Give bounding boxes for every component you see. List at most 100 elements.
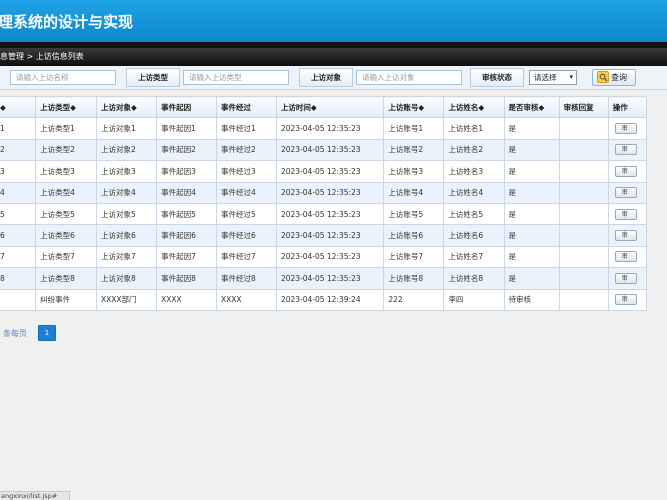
- table-cell: [558, 138, 609, 162]
- table-row: 名称6上访类型6上访对象6事件起因6事件经过62023-04-05 12:35:…: [0, 224, 648, 247]
- table-cell: [558, 181, 609, 204]
- table-cell: 名称8: [0, 267, 37, 290]
- table-cell-actions: 审: [607, 202, 648, 226]
- column-header[interactable]: 是否审核◆: [503, 95, 560, 119]
- table-cell: 2023-04-05 12:35:23: [275, 181, 385, 204]
- table-cell-actions: 审: [607, 117, 648, 140]
- table-cell: 事件经过5: [216, 202, 277, 226]
- column-header[interactable]: 审核回复: [558, 95, 609, 119]
- table-cell: 上访姓名2: [443, 138, 505, 162]
- column-header[interactable]: 事件起因: [156, 95, 218, 119]
- column-header[interactable]: 操作: [607, 95, 648, 119]
- table-cell-actions: 审: [607, 224, 648, 247]
- table-cell: 名称7: [0, 245, 37, 269]
- type-search-input[interactable]: 请输入上访类型: [183, 70, 289, 85]
- table-cell: 上访类型7: [35, 245, 97, 269]
- table-cell: 上访姓名8: [443, 267, 505, 290]
- audit-button[interactable]: 审: [614, 230, 637, 242]
- table-cell: 是: [503, 160, 560, 183]
- table-cell-actions: 审: [607, 181, 648, 204]
- table-cell: [558, 267, 609, 290]
- column-header[interactable]: 上访时间◆: [275, 95, 385, 119]
- table-cell: XXXX部门: [95, 288, 158, 311]
- object-search-input[interactable]: 请输入上访对象: [356, 70, 462, 85]
- audit-button[interactable]: 审: [614, 294, 637, 306]
- audit-status-label: 审核状态: [470, 68, 524, 87]
- table-cell: 2023-04-05 12:35:23: [275, 245, 385, 269]
- table-cell: 名称4: [0, 181, 37, 204]
- search-button[interactable]: 查询: [592, 69, 636, 86]
- audit-button[interactable]: 审: [614, 251, 637, 263]
- breadcrumb-text: 息管理 > 上访信息列表: [0, 52, 84, 61]
- table-cell: 上访姓名1: [443, 117, 505, 140]
- column-header[interactable]: 上访账号◆: [383, 95, 445, 119]
- table-cell: 上访对象8: [95, 267, 158, 290]
- table-cell: 纠纷事件: [35, 288, 97, 311]
- table-cell: 上访账号1: [383, 117, 445, 140]
- column-header[interactable]: 上访姓名◆: [443, 95, 505, 119]
- table-row: 名称8上访类型8上访对象8事件起因8事件经过82023-04-05 12:35:…: [0, 267, 648, 290]
- search-button-label: 查询: [611, 73, 627, 82]
- table-cell: 上访对象7: [95, 245, 158, 269]
- table-header-row: 名称◆上访类型◆上访对象◆事件起因事件经过上访时间◆上访账号◆上访姓名◆是否审核…: [0, 95, 648, 119]
- table-cell: [558, 224, 609, 247]
- column-header[interactable]: 上访类型◆: [35, 95, 97, 119]
- column-header[interactable]: 事件经过: [216, 95, 277, 119]
- table-cell: 名称5: [0, 202, 37, 226]
- table-cell: 是: [503, 117, 560, 140]
- table-cell: 是: [503, 224, 560, 247]
- audit-button[interactable]: 审: [614, 165, 637, 177]
- search-icon: [597, 71, 609, 83]
- table-cell: 上访类型6: [35, 224, 97, 247]
- table-cell: 事件起因3: [156, 160, 218, 183]
- name-search-input[interactable]: 请输入上访名称: [10, 70, 116, 85]
- table-cell-actions: 审: [607, 138, 648, 162]
- table-cell: 是: [503, 181, 560, 204]
- audit-button[interactable]: 审: [614, 144, 637, 156]
- audit-status-select[interactable]: 请选择 ▾: [529, 70, 577, 85]
- table-cell: 名称3: [0, 160, 37, 183]
- table-cell-actions: 审: [607, 288, 648, 311]
- type-label: 上访类型: [126, 68, 180, 87]
- table-cell: 222: [383, 288, 445, 311]
- audit-button[interactable]: 审: [614, 208, 637, 220]
- table-cell: 待审核: [503, 288, 560, 311]
- audit-button[interactable]: 审: [614, 187, 637, 199]
- table-cell: 上访类型4: [35, 181, 97, 204]
- object-label: 上访对象: [299, 68, 353, 87]
- page-button-current[interactable]: 1: [38, 325, 56, 341]
- table-row: 名称2上访类型2上访对象2事件起因2事件经过22023-04-05 12:35:…: [0, 138, 648, 162]
- table-row: 访纠纷事件XXXX部门XXXXXXXX2023-04-05 12:39:2422…: [0, 288, 648, 311]
- table-cell: 事件起因4: [156, 181, 218, 204]
- table-cell: 上访对象1: [95, 117, 158, 140]
- table-cell: 上访姓名4: [443, 181, 505, 204]
- column-header[interactable]: 上访对象◆: [95, 95, 158, 119]
- chevron-down-icon: ▾: [569, 73, 573, 81]
- table-cell: 上访对象6: [95, 224, 158, 247]
- table-cell: 事件经过2: [216, 138, 277, 162]
- audit-button[interactable]: 审: [614, 272, 637, 284]
- table-cell: 事件经过4: [216, 181, 277, 204]
- table-cell: 上访账号2: [383, 138, 445, 162]
- table-cell: 2023-04-05 12:35:23: [275, 267, 385, 290]
- table-cell: 上访姓名7: [443, 245, 505, 269]
- table-cell: [558, 160, 609, 183]
- breadcrumb: 息管理 > 上访信息列表: [0, 48, 667, 66]
- table-cell: 上访对象3: [95, 160, 158, 183]
- table-cell: 上访账号8: [383, 267, 445, 290]
- table-cell: 上访对象5: [95, 202, 158, 226]
- table-cell: 事件起因5: [156, 202, 218, 226]
- per-page-label: 条每页: [3, 329, 27, 338]
- table-cell: 上访姓名3: [443, 160, 505, 183]
- table-cell: 事件起因1: [156, 117, 218, 140]
- column-header[interactable]: 名称◆: [0, 95, 37, 119]
- audit-button[interactable]: 审: [614, 123, 637, 135]
- table-cell: 上访类型5: [35, 202, 97, 226]
- table-cell-actions: 审: [607, 160, 648, 183]
- table-cell: 上访姓名5: [443, 202, 505, 226]
- filter-bar: 请输入上访名称 上访类型 请输入上访类型 上访对象 请输入上访对象 审核状态 请…: [0, 66, 667, 90]
- pagination: 条每页 1: [0, 323, 200, 341]
- table-cell: 访: [0, 288, 37, 311]
- table-cell: 事件经过7: [216, 245, 277, 269]
- table-cell: 上访类型3: [35, 160, 97, 183]
